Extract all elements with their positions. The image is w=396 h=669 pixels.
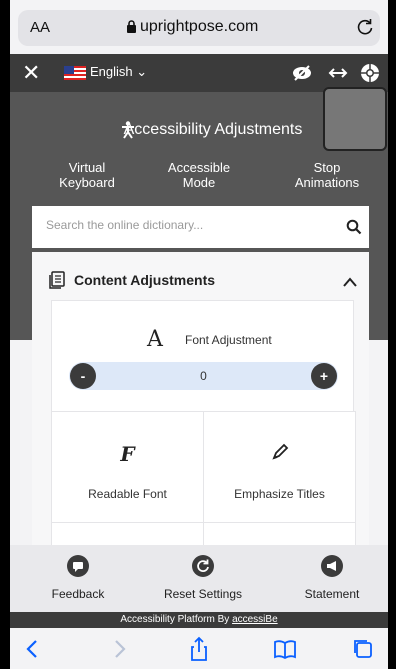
close-icon[interactable]: ✕	[22, 60, 40, 86]
feedback-button[interactable]: Feedback	[48, 555, 108, 601]
url-text[interactable]: uprightpose.com	[140, 18, 258, 36]
reset-settings-label: Reset Settings	[163, 587, 243, 601]
statement-button[interactable]: Statement	[292, 555, 372, 601]
dictionary-search	[32, 206, 369, 248]
font-adjustment-stepper: 0 - +	[69, 362, 338, 390]
stop-animations-button[interactable]: Stop Animations	[292, 160, 362, 190]
browser-address-bar: AA uprightpose.com	[10, 0, 388, 51]
lifebuoy-icon[interactable]	[359, 62, 381, 84]
content-adjustments-title: Content Adjustments	[74, 272, 216, 288]
document-icon	[49, 271, 65, 289]
readable-font-label: Readable Font	[88, 487, 167, 501]
bookmarks-icon[interactable]	[272, 636, 298, 662]
search-icon[interactable]	[346, 219, 362, 235]
browser-toolbar	[10, 628, 388, 669]
language-label: English	[90, 64, 133, 79]
panel-title-text: Accessibility Adjustments	[123, 121, 303, 138]
search-input[interactable]	[46, 218, 326, 232]
widget-footer: Feedback Reset Settings Statement	[10, 545, 388, 615]
widget-square-overlay[interactable]	[323, 87, 387, 151]
chevron-down-icon: ⌄	[136, 64, 148, 79]
font-adjustment-label: Font Adjustment	[185, 333, 272, 347]
content-adjustments-section: Content Adjustments A Font Adjustment 0 …	[32, 252, 369, 564]
hide-icon[interactable]	[291, 62, 313, 84]
font-adjustment-card: A Font Adjustment 0 - +	[51, 300, 354, 412]
forward-icon[interactable]	[106, 636, 132, 662]
feedback-label: Feedback	[51, 587, 105, 601]
decrease-font-button[interactable]: -	[70, 363, 96, 389]
megaphone-icon	[321, 555, 343, 577]
reload-icon[interactable]	[356, 18, 374, 36]
lock-icon	[127, 20, 136, 33]
move-arrows-icon[interactable]	[327, 62, 349, 84]
platform-credit-text: Accessibility Platform By	[120, 614, 233, 625]
feedback-icon	[67, 555, 89, 577]
font-adjustment-value: 0	[200, 369, 207, 383]
statement-label: Statement	[304, 587, 360, 601]
platform-credit: Accessibility Platform By accessiBe	[10, 612, 388, 628]
font-size-icon: A	[147, 327, 163, 352]
language-selector[interactable]: English ⌄	[90, 64, 147, 80]
text-size-button[interactable]: AA	[30, 19, 50, 36]
share-icon[interactable]	[186, 636, 212, 662]
tabs-icon[interactable]	[350, 636, 376, 662]
increase-font-button[interactable]: +	[311, 363, 337, 389]
readable-font-card[interactable]: F Readable Font	[51, 411, 204, 523]
virtual-keyboard-button[interactable]: Virtual Keyboard	[52, 160, 122, 190]
reset-icon	[192, 555, 214, 577]
reset-settings-button[interactable]: Reset Settings	[158, 555, 248, 601]
accessible-mode-button[interactable]: Accessible Mode	[164, 160, 234, 190]
emphasize-titles-label: Emphasize Titles	[234, 487, 325, 501]
pencil-icon	[204, 442, 355, 468]
phone-screen: AA uprightpose.com ✕ English ⌄ Accessibi…	[10, 0, 388, 669]
accessibe-link[interactable]: accessiBe	[232, 614, 278, 625]
chevron-up-icon[interactable]	[343, 277, 357, 287]
readable-font-icon: F	[120, 442, 135, 466]
emphasize-titles-card[interactable]: Emphasize Titles	[203, 411, 356, 523]
us-flag-icon	[64, 66, 86, 80]
back-icon[interactable]	[20, 636, 46, 662]
